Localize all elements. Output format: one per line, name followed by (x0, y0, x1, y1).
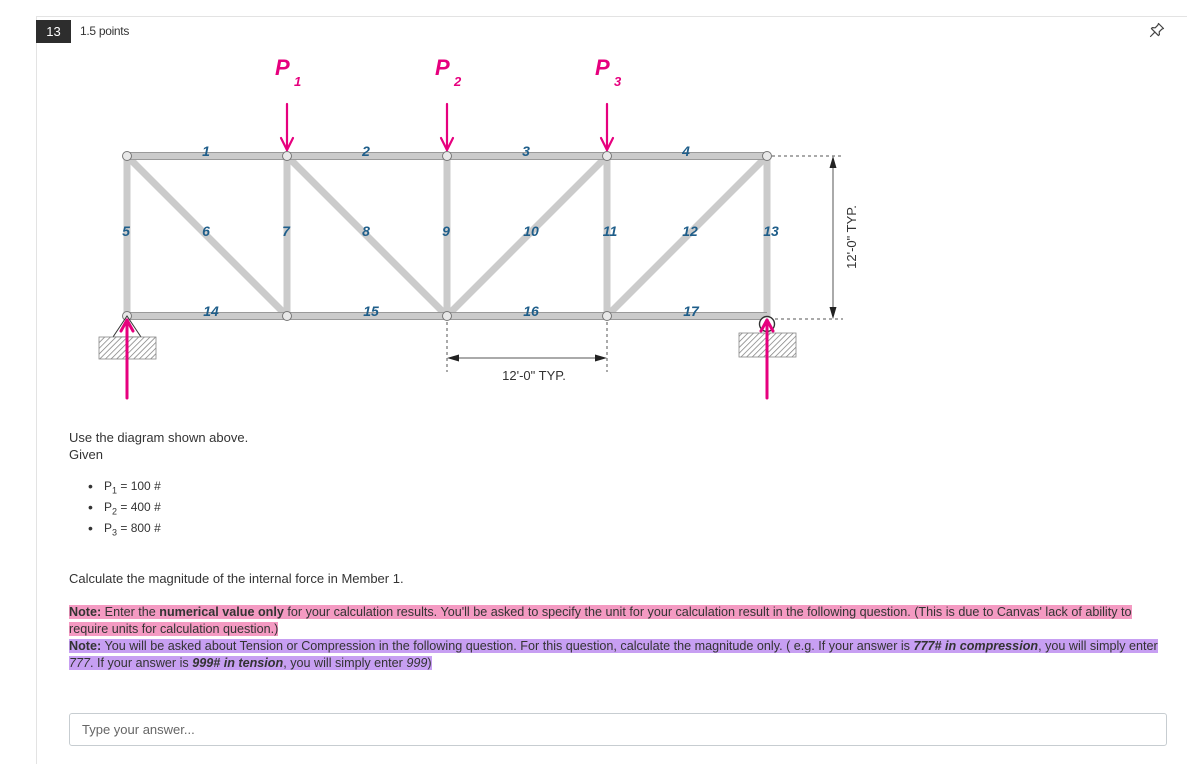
note-units: Note: Enter the numerical value only for… (69, 605, 1132, 636)
member-label-17: 17 (683, 303, 700, 319)
member-label-12: 12 (682, 223, 698, 239)
member-label-11: 11 (603, 223, 618, 239)
member-label-2: 2 (361, 143, 370, 159)
load-label-p3-sub: 3 (614, 74, 622, 89)
panel-dimension (446, 322, 608, 372)
notes: Note: Enter the numerical value only for… (69, 604, 1159, 672)
given-item: P3 = 800 # (88, 518, 161, 539)
height-dimension-label: 12'-0" TYP. (844, 205, 859, 269)
question-text: Calculate the magnitude of the internal … (69, 571, 404, 586)
load-label-p1: P (275, 55, 290, 80)
member-label-9: 9 (442, 223, 450, 239)
given-list: P1 = 100 # P2 = 400 # P3 = 800 # (88, 476, 161, 539)
member-label-4: 4 (681, 143, 690, 159)
instructions: Use the diagram shown above. Given (69, 429, 248, 463)
load-label-p3: P (595, 55, 610, 80)
member-label-3: 3 (522, 143, 530, 159)
truss-diagram: P 1 P 2 P 3 1 2 3 4 5 6 7 8 9 10 11 12 1… (98, 55, 859, 400)
member-label-16: 16 (523, 303, 539, 319)
load-label-p2-sub: 2 (453, 74, 462, 89)
load-label-p2: P (435, 55, 450, 80)
answer-input[interactable] (69, 713, 1167, 746)
member-label-8: 8 (362, 223, 370, 239)
load-label-p1-sub: 1 (294, 74, 301, 89)
given-item: P2 = 400 # (88, 497, 161, 518)
member-label-14: 14 (203, 303, 219, 319)
panel-dimension-label: 12'-0" TYP. (502, 368, 566, 383)
given-item: P1 = 100 # (88, 476, 161, 497)
member-label-6: 6 (202, 223, 210, 239)
use-text: Use the diagram shown above. (69, 430, 249, 445)
member-label-10: 10 (523, 223, 539, 239)
note-tension-compression: Note: You will be asked about Tension or… (69, 639, 1158, 670)
member-label-15: 15 (363, 303, 379, 319)
member-label-7: 7 (282, 223, 291, 239)
member-label-1: 1 (202, 143, 210, 159)
given-label: Given (69, 447, 103, 462)
load-arrows (279, 102, 615, 152)
member-label-13: 13 (763, 223, 779, 239)
height-dimension (772, 155, 843, 320)
member-label-5: 5 (122, 223, 130, 239)
